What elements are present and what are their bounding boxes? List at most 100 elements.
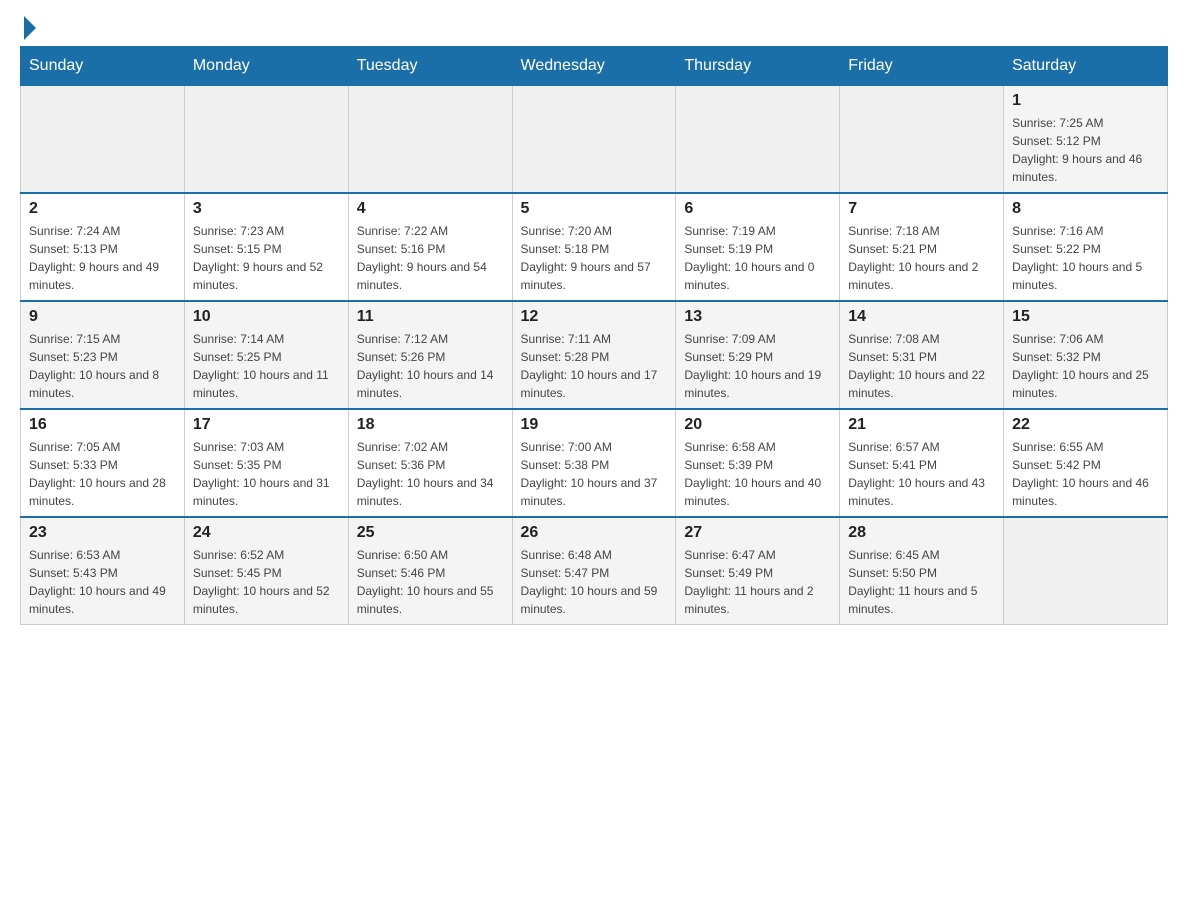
calendar-day-cell: 24 Sunrise: 6:52 AMSunset: 5:45 PMDayligh… [184,517,348,625]
weekday-header-sunday: Sunday [21,47,185,86]
calendar-day-cell [1004,517,1168,625]
calendar-day-cell: 5 Sunrise: 7:20 AMSunset: 5:18 PMDaylight… [512,193,676,301]
calendar-day-cell: 12 Sunrise: 7:11 AMSunset: 5:28 PMDayligh… [512,301,676,409]
day-number: 22 [1012,416,1159,434]
calendar-day-cell: 6 Sunrise: 7:19 AMSunset: 5:19 PMDaylight… [676,193,840,301]
day-info: Sunrise: 7:14 AMSunset: 5:25 PMDaylight:… [193,330,340,402]
day-info: Sunrise: 7:06 AMSunset: 5:32 PMDaylight:… [1012,330,1159,402]
calendar-day-cell [840,86,1004,194]
day-number: 2 [29,200,176,218]
day-number: 27 [684,524,831,542]
day-number: 3 [193,200,340,218]
day-info: Sunrise: 7:25 AMSunset: 5:12 PMDaylight:… [1012,114,1159,186]
day-number: 18 [357,416,504,434]
calendar-day-cell: 11 Sunrise: 7:12 AMSunset: 5:26 PMDayligh… [348,301,512,409]
day-number: 4 [357,200,504,218]
calendar-day-cell: 10 Sunrise: 7:14 AMSunset: 5:25 PMDayligh… [184,301,348,409]
calendar-day-cell [21,86,185,194]
calendar-table: SundayMondayTuesdayWednesdayThursdayFrid… [20,46,1168,625]
calendar-week-row: 23 Sunrise: 6:53 AMSunset: 5:43 PMDayligh… [21,517,1168,625]
day-number: 9 [29,308,176,326]
day-number: 15 [1012,308,1159,326]
day-number: 25 [357,524,504,542]
day-number: 28 [848,524,995,542]
day-number: 6 [684,200,831,218]
day-number: 23 [29,524,176,542]
calendar-day-cell [512,86,676,194]
calendar-day-cell [184,86,348,194]
calendar-week-row: 2 Sunrise: 7:24 AMSunset: 5:13 PMDaylight… [21,193,1168,301]
day-info: Sunrise: 7:05 AMSunset: 5:33 PMDaylight:… [29,438,176,510]
day-info: Sunrise: 6:57 AMSunset: 5:41 PMDaylight:… [848,438,995,510]
day-info: Sunrise: 7:03 AMSunset: 5:35 PMDaylight:… [193,438,340,510]
calendar-day-cell: 1 Sunrise: 7:25 AMSunset: 5:12 PMDaylight… [1004,86,1168,194]
day-number: 16 [29,416,176,434]
day-number: 10 [193,308,340,326]
page-header [20,20,1168,36]
calendar-day-cell [676,86,840,194]
calendar-day-cell: 14 Sunrise: 7:08 AMSunset: 5:31 PMDayligh… [840,301,1004,409]
calendar-day-cell: 25 Sunrise: 6:50 AMSunset: 5:46 PMDayligh… [348,517,512,625]
calendar-day-cell: 8 Sunrise: 7:16 AMSunset: 5:22 PMDaylight… [1004,193,1168,301]
logo-arrow-icon [24,16,36,40]
calendar-day-cell: 18 Sunrise: 7:02 AMSunset: 5:36 PMDayligh… [348,409,512,517]
weekday-header-friday: Friday [840,47,1004,86]
day-number: 12 [521,308,668,326]
weekday-header-monday: Monday [184,47,348,86]
day-number: 1 [1012,92,1159,110]
calendar-day-cell: 15 Sunrise: 7:06 AMSunset: 5:32 PMDayligh… [1004,301,1168,409]
calendar-day-cell: 22 Sunrise: 6:55 AMSunset: 5:42 PMDayligh… [1004,409,1168,517]
day-number: 17 [193,416,340,434]
weekday-header-row: SundayMondayTuesdayWednesdayThursdayFrid… [21,47,1168,86]
day-number: 13 [684,308,831,326]
weekday-header-wednesday: Wednesday [512,47,676,86]
day-number: 8 [1012,200,1159,218]
day-number: 7 [848,200,995,218]
day-info: Sunrise: 7:00 AMSunset: 5:38 PMDaylight:… [521,438,668,510]
calendar-day-cell: 3 Sunrise: 7:23 AMSunset: 5:15 PMDaylight… [184,193,348,301]
calendar-day-cell [348,86,512,194]
calendar-week-row: 1 Sunrise: 7:25 AMSunset: 5:12 PMDaylight… [21,86,1168,194]
calendar-day-cell: 20 Sunrise: 6:58 AMSunset: 5:39 PMDayligh… [676,409,840,517]
day-number: 24 [193,524,340,542]
day-info: Sunrise: 6:52 AMSunset: 5:45 PMDaylight:… [193,546,340,618]
day-number: 21 [848,416,995,434]
day-info: Sunrise: 7:19 AMSunset: 5:19 PMDaylight:… [684,222,831,294]
day-number: 26 [521,524,668,542]
day-info: Sunrise: 7:12 AMSunset: 5:26 PMDaylight:… [357,330,504,402]
day-info: Sunrise: 7:23 AMSunset: 5:15 PMDaylight:… [193,222,340,294]
day-number: 5 [521,200,668,218]
day-info: Sunrise: 7:02 AMSunset: 5:36 PMDaylight:… [357,438,504,510]
calendar-day-cell: 21 Sunrise: 6:57 AMSunset: 5:41 PMDayligh… [840,409,1004,517]
day-number: 19 [521,416,668,434]
day-info: Sunrise: 7:11 AMSunset: 5:28 PMDaylight:… [521,330,668,402]
calendar-day-cell: 7 Sunrise: 7:18 AMSunset: 5:21 PMDaylight… [840,193,1004,301]
day-info: Sunrise: 7:24 AMSunset: 5:13 PMDaylight:… [29,222,176,294]
calendar-day-cell: 27Sunrise: 6:47 AMSunset: 5:49 PMDayligh… [676,517,840,625]
calendar-day-cell: 19 Sunrise: 7:00 AMSunset: 5:38 PMDayligh… [512,409,676,517]
day-info: Sunrise: 7:18 AMSunset: 5:21 PMDaylight:… [848,222,995,294]
calendar-day-cell: 17 Sunrise: 7:03 AMSunset: 5:35 PMDayligh… [184,409,348,517]
day-info: Sunrise: 6:48 AMSunset: 5:47 PMDaylight:… [521,546,668,618]
day-info: Sunrise: 6:55 AMSunset: 5:42 PMDaylight:… [1012,438,1159,510]
day-info: Sunrise: 7:15 AMSunset: 5:23 PMDaylight:… [29,330,176,402]
calendar-day-cell: 4Sunrise: 7:22 AMSunset: 5:16 PMDaylight… [348,193,512,301]
day-info: Sunrise: 7:20 AMSunset: 5:18 PMDaylight:… [521,222,668,294]
day-number: 20 [684,416,831,434]
calendar-day-cell: 16 Sunrise: 7:05 AMSunset: 5:33 PMDayligh… [21,409,185,517]
day-info: Sunrise: 7:08 AMSunset: 5:31 PMDaylight:… [848,330,995,402]
day-info: Sunrise: 6:50 AMSunset: 5:46 PMDaylight:… [357,546,504,618]
calendar-day-cell: 9 Sunrise: 7:15 AMSunset: 5:23 PMDaylight… [21,301,185,409]
weekday-header-thursday: Thursday [676,47,840,86]
day-number: 14 [848,308,995,326]
day-number: 11 [357,308,504,326]
day-info: Sunrise: 6:53 AMSunset: 5:43 PMDaylight:… [29,546,176,618]
day-info: Sunrise: 7:16 AMSunset: 5:22 PMDaylight:… [1012,222,1159,294]
calendar-day-cell: 2 Sunrise: 7:24 AMSunset: 5:13 PMDaylight… [21,193,185,301]
day-info: Sunrise: 7:09 AMSunset: 5:29 PMDaylight:… [684,330,831,402]
calendar-day-cell: 28Sunrise: 6:45 AMSunset: 5:50 PMDayligh… [840,517,1004,625]
logo [20,20,36,36]
calendar-week-row: 16 Sunrise: 7:05 AMSunset: 5:33 PMDayligh… [21,409,1168,517]
day-info: Sunrise: 6:58 AMSunset: 5:39 PMDaylight:… [684,438,831,510]
calendar-day-cell: 23 Sunrise: 6:53 AMSunset: 5:43 PMDayligh… [21,517,185,625]
